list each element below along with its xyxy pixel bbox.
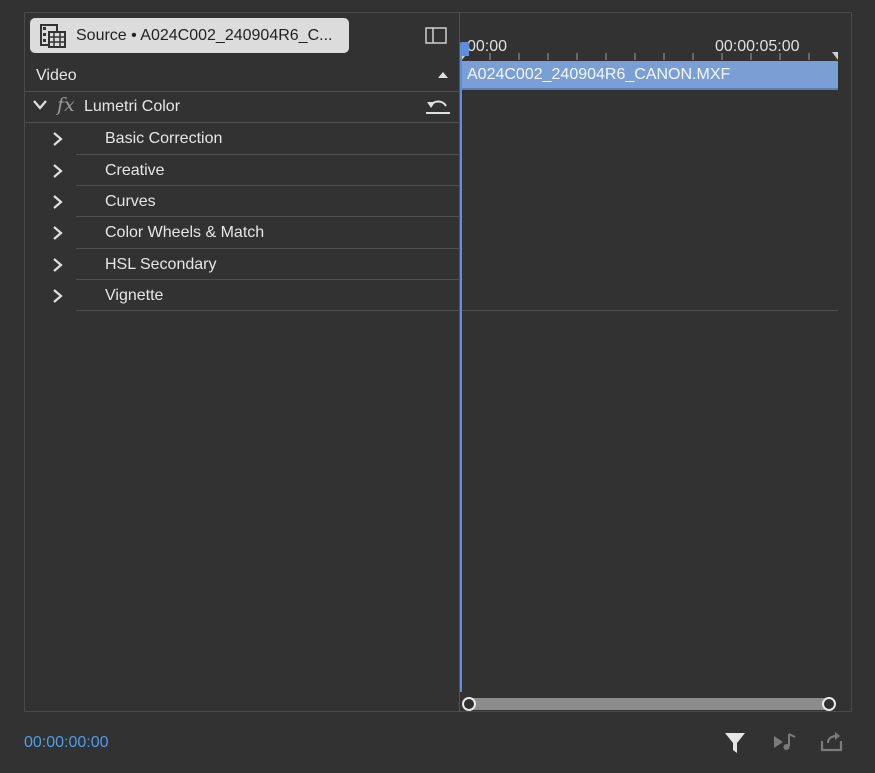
source-clip-selector[interactable]: Source • A024C002_240904R6_C... (30, 18, 349, 53)
source-label: Source • A024C002_240904R6_C... (76, 26, 333, 44)
clip-name: A024C002_240904R6_CANON.MXF (467, 65, 731, 83)
section-label: Vignette (105, 286, 164, 304)
video-effects-header[interactable]: Video (25, 60, 459, 91)
timeline-clip[interactable]: A024C002_240904R6_CANON.MXF (462, 61, 838, 90)
divider (76, 310, 459, 311)
chevron-right-icon[interactable] (53, 289, 63, 303)
section-hsl-secondary[interactable]: HSL Secondary (25, 249, 459, 280)
zoom-handle-left[interactable] (462, 697, 476, 711)
chevron-right-icon[interactable] (53, 164, 63, 178)
section-vignette[interactable]: Vignette (25, 280, 459, 311)
section-label: Creative (105, 161, 165, 179)
play-audio-icon[interactable] (773, 731, 797, 753)
video-label: Video (36, 66, 77, 84)
reset-icon[interactable] (425, 96, 451, 116)
chevron-right-icon[interactable] (53, 195, 63, 209)
current-timecode[interactable]: 00:00:00:00 (24, 734, 109, 752)
section-label: HSL Secondary (105, 255, 217, 273)
chevron-down-icon[interactable] (33, 100, 47, 110)
panel-toggle-icon[interactable] (425, 27, 447, 45)
filter-icon[interactable] (724, 731, 746, 755)
time-ruler[interactable] (462, 52, 838, 60)
section-color-wheels-match[interactable]: Color Wheels & Match (25, 217, 459, 248)
section-basic-correction[interactable]: Basic Correction (25, 123, 459, 154)
playhead-line[interactable] (460, 44, 462, 692)
chevron-right-icon[interactable] (53, 258, 63, 272)
collapse-up-icon[interactable] (437, 70, 449, 79)
playhead-handle[interactable] (460, 42, 469, 56)
chevron-right-icon[interactable] (53, 226, 63, 240)
chevron-right-icon[interactable] (53, 132, 63, 146)
fx-badge[interactable]: fx (57, 94, 75, 116)
clip-film-icon (40, 23, 66, 48)
timeline-divider (461, 310, 838, 311)
section-creative[interactable]: Creative (25, 155, 459, 186)
export-icon[interactable] (820, 731, 844, 753)
section-label: Curves (105, 192, 156, 210)
lumetri-color-effect[interactable]: fx Lumetri Color (25, 91, 459, 122)
section-label: Basic Correction (105, 129, 223, 147)
section-curves[interactable]: Curves (25, 186, 459, 217)
section-label: Color Wheels & Match (105, 223, 265, 241)
zoom-scrollbar[interactable] (463, 698, 835, 710)
lumetri-color-label: Lumetri Color (84, 97, 181, 115)
zoom-handle-right[interactable] (822, 697, 836, 711)
